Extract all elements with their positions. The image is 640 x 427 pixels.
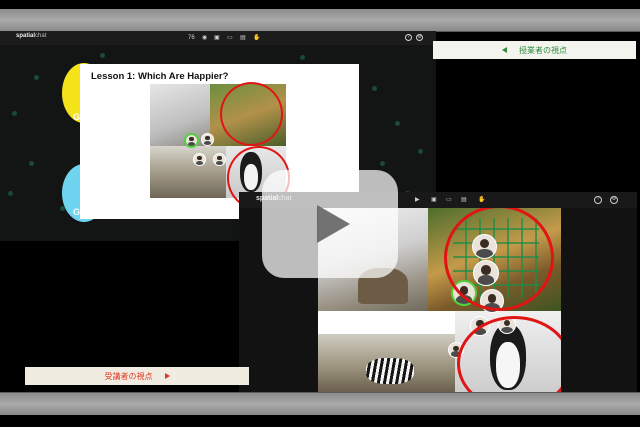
screen-share-icon[interactable]: ▭ (446, 196, 452, 204)
participant-avatar (213, 153, 226, 166)
hand-icon[interactable]: ✋ (478, 196, 485, 204)
background-dot (100, 53, 105, 58)
video-play-button[interactable] (262, 170, 398, 278)
background-dot (380, 161, 385, 166)
camera-icon[interactable]: ▣ (214, 34, 220, 42)
triangle-left-icon (502, 47, 507, 53)
background-dot (372, 86, 377, 91)
play-icon[interactable]: ▶ (415, 196, 420, 204)
share-icon[interactable]: ▤ (240, 34, 246, 42)
background-dot (12, 111, 17, 116)
hand-icon[interactable]: ✋ (253, 34, 260, 42)
participant-avatar (193, 153, 206, 166)
microphone-icon[interactable]: ◉ (202, 34, 207, 42)
participant-avatar (184, 133, 199, 148)
leopard-highlight-circle (444, 208, 554, 311)
zebra-body (366, 358, 414, 384)
triangle-right-icon (164, 373, 170, 379)
background-dot (8, 191, 13, 196)
settings-icon[interactable]: ⚙ (416, 34, 423, 41)
participant-avatar (201, 133, 214, 146)
student-view-text: 受講者の視点 (104, 371, 153, 381)
teacher-view-text: 授業者の視点 (519, 45, 567, 55)
teacher-view-label[interactable]: 授業者の視点 (433, 41, 636, 59)
background-dot (34, 75, 39, 80)
help-icon[interactable]: ? (594, 196, 602, 204)
student-view-label[interactable]: 受講者の視点 (25, 367, 249, 385)
help-icon[interactable]: ? (405, 34, 412, 41)
bubble-label: G (73, 207, 81, 217)
bottom-frame-band (0, 393, 640, 415)
zoom-level: 76 (188, 35, 195, 41)
leopard-highlight-circle (220, 82, 283, 146)
share-icon[interactable]: ▤ (461, 196, 467, 204)
slide-title: Lesson 1: Which Are Happier? (91, 71, 229, 82)
play-icon (317, 205, 350, 243)
top-frame-band (0, 9, 640, 31)
camera-icon[interactable]: ▣ (431, 196, 437, 204)
background-dot (418, 149, 423, 154)
bubble-label: G (73, 112, 81, 122)
background-dot (29, 161, 34, 166)
video-thumbnail[interactable]: spatialchat 76 ◉ ▣ ▭ ▤ ✋ ? ⚙ G G Lesson … (0, 0, 640, 427)
screen-share-icon[interactable]: ▭ (227, 34, 233, 42)
teacher-toolbar: spatialchat 76 ◉ ▣ ▭ ▤ ✋ ? ⚙ (0, 31, 436, 45)
brand-logo: spatialchat (16, 33, 47, 39)
background-dot (300, 55, 305, 60)
background-dot (395, 121, 400, 126)
settings-icon[interactable]: ⚙ (610, 196, 618, 204)
